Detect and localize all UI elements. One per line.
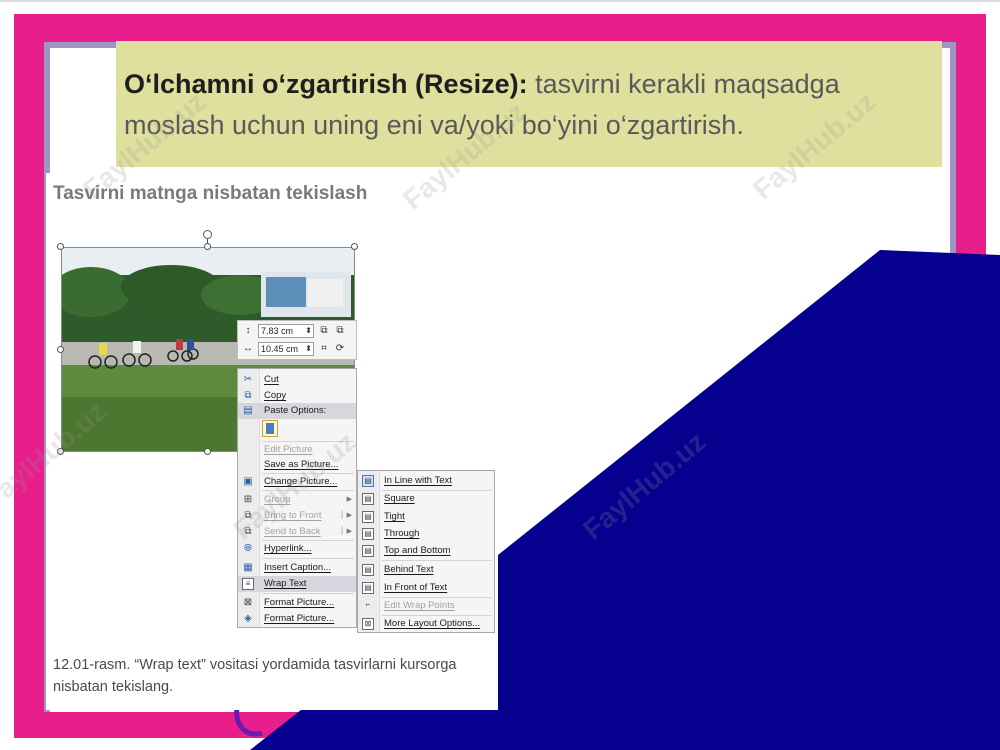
mini-toolbar: ↕ 7.83 cm ⬍ ⧉ ⧉ ↔ 10.45 cm ⬍ ⌗ ⟳	[237, 320, 357, 360]
submenu-arrow-icon: │ ▶	[340, 528, 352, 535]
height-icon: ↕	[245, 325, 251, 336]
resize-handle-top-left[interactable]	[57, 243, 64, 250]
wrap-text-submenu: ▤ In Line with Text ▤ Square ▤ Tight ▤ T…	[357, 470, 495, 633]
width-icon: ↔	[243, 343, 253, 354]
menu-item-wrap-text[interactable]: ≡ Wrap Text	[238, 576, 356, 592]
height-spinner[interactable]: 7.83 cm ⬍	[258, 324, 314, 338]
figure-caption: 12.01-rasm. “Wrap text” vositasi yordami…	[53, 657, 457, 695]
tight-wrap-icon: ▤	[362, 511, 374, 523]
resize-handle-top[interactable]	[204, 243, 211, 250]
wrap-option-in-front-of-text[interactable]: ▤ In Front of Text	[358, 579, 494, 597]
through-wrap-icon: ▤	[362, 528, 374, 540]
format-picture-icon: ⊠	[243, 597, 253, 608]
menu-item-copy[interactable]: ⧉ Copy	[238, 388, 356, 404]
wrap-option-tight[interactable]: ▤ Tight	[358, 508, 494, 526]
bring-forward-icon[interactable]: ⧉	[318, 325, 330, 337]
wrap-option-edit-wrap-points: ⌐ Edit Wrap Points	[358, 597, 494, 615]
paste-keep-formatting-icon[interactable]	[262, 420, 278, 437]
menu-item-hyperlink[interactable]: 🌐︎ Hyperlink...	[238, 541, 356, 557]
wrap-option-top-bottom[interactable]: ▤ Top and Bottom	[358, 542, 494, 560]
copy-icon: ⧉	[244, 390, 252, 401]
front-text-icon: ▤	[362, 582, 374, 594]
menu-item-cut[interactable]: ✂ Cut	[238, 372, 356, 388]
rotate-handle[interactable]	[203, 230, 212, 239]
rotate-objects-icon[interactable]: ⟳	[334, 343, 346, 355]
wrap-option-through[interactable]: ▤ Through	[358, 525, 494, 543]
inline-icon: ▤	[362, 475, 374, 487]
wrap-text-icon: ≡	[242, 578, 254, 590]
format-shape-icon: ◈	[244, 613, 252, 624]
wrap-option-more-layout[interactable]: ⊠ More Layout Options...	[358, 615, 494, 633]
square-wrap-icon: ▤	[362, 493, 374, 505]
send-backward-icon[interactable]: ⧉	[334, 325, 346, 337]
spin-arrows-icon[interactable]: ⬍	[305, 343, 312, 355]
behind-text-icon: ▤	[362, 564, 374, 576]
menu-separator	[262, 558, 354, 559]
submenu-arrow-icon: │ ▶	[340, 512, 352, 519]
scissors-icon: ✂	[243, 374, 253, 385]
submenu-arrow-icon: ▶	[346, 496, 352, 503]
spin-arrows-icon[interactable]: ⬍	[305, 325, 312, 337]
caption-icon: ▦	[243, 562, 253, 573]
resize-handle-left[interactable]	[57, 346, 64, 353]
layout-options-icon: ⊠	[362, 618, 374, 630]
paste-icon: ▤	[243, 405, 253, 416]
height-value: 7.83 cm	[261, 326, 294, 336]
width-value: 10.45 cm	[261, 344, 299, 354]
resize-handle-top-right[interactable]	[351, 243, 358, 250]
change-picture-icon: ▣	[243, 476, 253, 487]
wrap-option-square[interactable]: ▤ Square	[358, 490, 494, 508]
slide: O‘lchamni o‘zgartirish (Resize): tasvirn…	[0, 0, 1000, 750]
wrap-option-inline[interactable]: ▤ In Line with Text	[358, 472, 494, 490]
resize-handle-bottom[interactable]	[204, 448, 211, 455]
width-spinner[interactable]: 10.45 cm ⬍	[258, 342, 314, 356]
menu-item-paste-options[interactable]: ▤ Paste Options:	[238, 403, 356, 419]
menu-item-format-shape[interactable]: ◈ Format Picture...	[238, 611, 356, 627]
top-bottom-icon: ▤	[362, 545, 374, 557]
menu-item-format-picture[interactable]: ⊠ Format Picture...	[238, 595, 356, 611]
edit-points-icon: ⌐	[365, 600, 371, 609]
wrap-option-behind-text[interactable]: ▤ Behind Text	[358, 561, 494, 579]
crop-icon[interactable]: ⌗	[318, 343, 330, 355]
menu-separator	[262, 593, 354, 594]
menu-item-insert-caption[interactable]: ▦ Insert Caption...	[238, 560, 356, 576]
